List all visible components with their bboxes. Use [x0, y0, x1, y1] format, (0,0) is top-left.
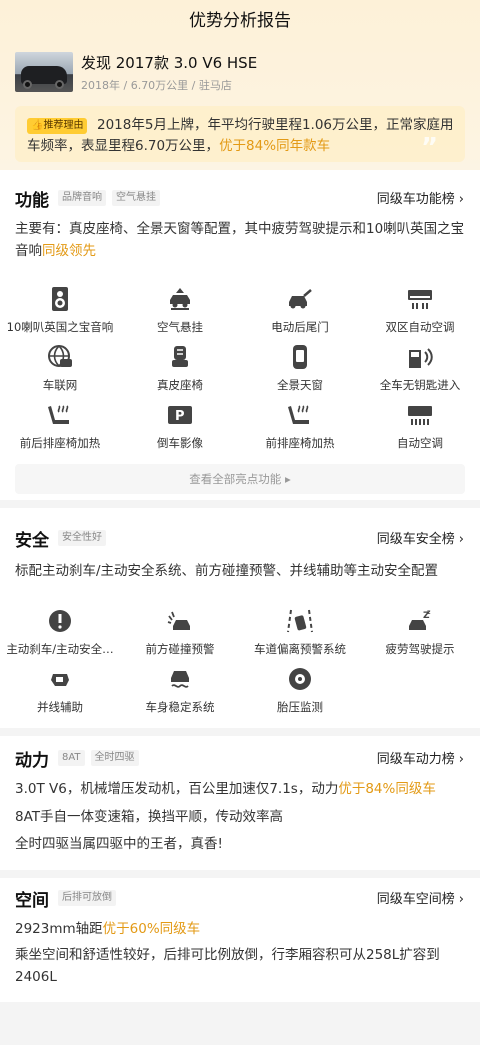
svg-text:z: z	[427, 609, 431, 616]
speaker-icon	[52, 287, 68, 311]
power-line-1: 3.0T V6，机械增压发动机，百公里加速仅7.1s，动力优于84%同级车	[15, 781, 436, 797]
tire-pressure-icon	[289, 668, 311, 690]
power-tailgate-icon	[289, 289, 312, 309]
chevron-right-icon: ›	[458, 192, 464, 207]
keyless-entry-icon	[409, 348, 433, 368]
dual-zone-ac-icon	[408, 290, 432, 309]
lane-departure-icon	[287, 609, 313, 633]
feature-item[interactable]: 车联网	[0, 338, 120, 396]
space-tags: 后排可放倒	[58, 890, 116, 906]
view-all-features-button[interactable]: 查看全部亮点功能 ▸	[15, 464, 465, 494]
reason-text: 2018年5月上牌，年平均行驶里程1.06万公里，正常家庭用车频率，表显里程6.…	[27, 117, 454, 154]
stability-control-icon	[171, 671, 189, 688]
car-subtitle: 2018年 / 6.70万公里 / 驻马店	[81, 79, 232, 92]
car-info[interactable]: 发现 2017款 3.0 V6 HSE 2018年 / 6.70万公里 / 驻马…	[15, 52, 465, 98]
function-desc: 主要有：真皮座椅、全景天窗等配置，其中疲劳驾驶提示和10喇叭英国之宝音响同级领先	[15, 221, 465, 259]
feature-item[interactable]: 主动刹车/主动安全…	[0, 602, 120, 660]
thumb-up-icon: 👍	[31, 120, 44, 131]
leather-seat-icon	[172, 346, 188, 367]
feature-item[interactable]: 胎压监测	[240, 660, 360, 718]
space-line-2: 乘坐空间和舒适性较好，后排可比例放倒，行李厢容积可从258L扩容到2406L	[15, 947, 440, 985]
tag: 全时四驱	[90, 750, 139, 766]
chevron-right-icon: ›	[458, 532, 464, 547]
tag: 品牌音响	[58, 190, 106, 206]
safety-feature-grid: 主动刹车/主动安全… 前方碰撞预警 车道偏离预警系统 Zz 疲劳驾驶提示 并线辅…	[0, 602, 480, 718]
safety-card: 安全 安全性好 同级车安全榜 › 标配主动刹车/主动安全系统、前方碰撞预警、并线辅…	[0, 508, 480, 728]
safety-tags: 安全性好	[58, 530, 106, 546]
function-title: 功能	[15, 191, 49, 211]
page-title: 优势分析报告	[189, 11, 291, 31]
reverse-camera-icon: P	[168, 406, 192, 424]
fatigue-driving-icon: Zz	[409, 609, 431, 630]
blind-spot-icon	[51, 674, 69, 686]
tag: 8AT	[58, 750, 85, 766]
feature-item[interactable]: 双区自动空调	[360, 280, 480, 338]
power-tags: 8AT 全时四驱	[58, 750, 139, 766]
chevron-right-icon: ›	[458, 892, 464, 907]
feature-item[interactable]: 真皮座椅	[120, 338, 240, 396]
air-suspension-icon	[170, 288, 190, 310]
feature-item[interactable]: 全车无钥匙进入	[360, 338, 480, 396]
feature-item[interactable]: 10喇叭英国之宝音响	[0, 280, 120, 338]
reason-highlight: 优于84%同年款车	[219, 138, 331, 154]
feature-item[interactable]: Zz 疲劳驾驶提示	[360, 602, 480, 660]
recommend-reason: 2018年5月上牌，年平均行驶里程1.06万公里，正常家庭用车频率，表显里程6.…	[15, 106, 465, 162]
front-seat-heating-icon	[288, 405, 309, 424]
safety-title: 安全	[15, 531, 49, 551]
power-title: 动力	[15, 751, 49, 771]
active-brake-icon	[49, 610, 71, 632]
seat-heating-icon	[48, 405, 69, 424]
feature-item[interactable]: 前后排座椅加热	[0, 396, 120, 454]
quote-icon: ”	[421, 133, 439, 163]
power-line-2: 8AT手自一体变速箱，换挡平顺，传动效率高	[15, 809, 284, 825]
feature-item[interactable]: 电动后尾门	[240, 280, 360, 338]
power-card: 动力 8AT 全时四驱 同级车动力榜 › 3.0T V6，机械增压发动机，百公里加…	[0, 736, 480, 870]
feature-item[interactable]: 空气悬挂	[120, 280, 240, 338]
safety-rank-link[interactable]: 同级车安全榜 ›	[377, 528, 464, 547]
svg-text:P: P	[175, 409, 185, 424]
feature-item[interactable]: 车道偏离预警系统	[240, 602, 360, 660]
function-rank-link[interactable]: 同级车功能榜 ›	[377, 188, 464, 207]
power-rank-link[interactable]: 同级车动力榜 ›	[377, 748, 464, 767]
car-thumbnail	[15, 52, 73, 92]
feature-item[interactable]: 全景天窗	[240, 338, 360, 396]
function-feature-grid: 10喇叭英国之宝音响 空气悬挂 电动后尾门 双区自动空调 车联网 真皮座椅 全景…	[0, 280, 480, 454]
feature-item[interactable]: 前排座椅加热	[240, 396, 360, 454]
space-rank-link[interactable]: 同级车空间榜 ›	[377, 888, 464, 907]
divider	[0, 500, 480, 508]
car-title: 发现 2017款 3.0 V6 HSE	[81, 54, 258, 72]
feature-item[interactable]: 自动空调	[360, 396, 480, 454]
function-card: 功能 品牌音响 空气悬挂 同级车功能榜 › 主要有：真皮座椅、全景天窗等配置，其中…	[0, 170, 480, 500]
divider	[0, 870, 480, 878]
feature-item[interactable]: 车身稳定系统	[120, 660, 240, 718]
triangle-right-icon: ▸	[284, 472, 291, 486]
divider	[0, 728, 480, 736]
feature-item[interactable]: 并线辅助	[0, 660, 120, 718]
tag: 安全性好	[58, 530, 106, 546]
auto-ac-icon	[408, 406, 432, 425]
recommend-tag: 👍推荐理由	[27, 118, 88, 134]
space-title: 空间	[15, 891, 49, 911]
panoramic-sunroof-icon	[293, 345, 307, 369]
collision-warning-icon	[167, 611, 190, 630]
function-tags: 品牌音响 空气悬挂	[58, 190, 160, 206]
connected-car-icon	[48, 345, 72, 367]
tag: 空气悬挂	[112, 190, 160, 206]
feature-item[interactable]: 前方碰撞预警	[120, 602, 240, 660]
safety-desc: 标配主动刹车/主动安全系统、前方碰撞预警、并线辅助等主动安全配置	[15, 563, 439, 579]
feature-item[interactable]: P 倒车影像	[120, 396, 240, 454]
chevron-right-icon: ›	[458, 752, 464, 767]
power-line-3: 全时四驱当属四驱中的王者，真香!	[15, 836, 223, 852]
space-line-1: 2923mm轴距优于60%同级车	[15, 921, 201, 937]
space-card: 空间 后排可放倒 同级车空间榜 › 2923mm轴距优于60%同级车 乘坐空间和舒…	[0, 878, 480, 1002]
tag: 后排可放倒	[58, 890, 116, 906]
